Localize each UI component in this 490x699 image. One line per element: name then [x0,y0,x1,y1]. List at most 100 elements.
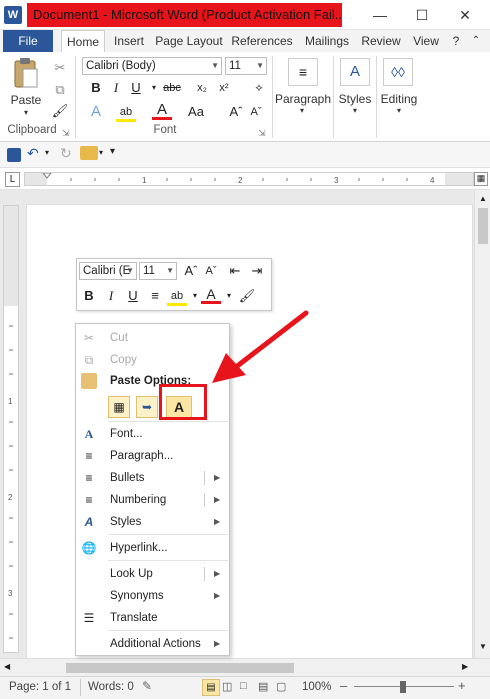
underline-icon[interactable]: U [126,78,146,98]
horizontal-ruler[interactable]: 1 2 3 4 [24,172,474,186]
tab-references[interactable]: References [230,30,294,52]
vertical-ruler[interactable]: 1 2 3 [3,205,19,653]
zoom-slider-thumb[interactable] [400,681,406,693]
chevron-down-icon[interactable]: ▾ [350,106,360,115]
grow-font-icon[interactable]: Aˆ [181,261,201,281]
tab-review[interactable]: Review [358,30,404,52]
menu-item-look-up[interactable]: Look Up ▶ [76,563,229,585]
draft-icon[interactable]: ▢ [276,680,286,693]
menu-item-bullets[interactable]: ≡ Bullets ▶ [76,467,229,489]
print-layout-icon[interactable]: ▤ [202,679,220,696]
merge-formatting-icon[interactable]: ➥ [136,396,158,418]
bold-icon[interactable]: B [86,78,106,98]
chevron-down-icon[interactable]: ▾ [99,148,103,157]
view-ruler-icon[interactable]: ▦ [474,172,488,186]
vertical-scrollbar[interactable]: ▲ ▼ [474,190,490,658]
grow-font-icon[interactable]: Aˆ [226,102,246,122]
font-color-icon[interactable]: A [201,284,221,304]
tab-home[interactable]: Home [61,30,105,52]
mini-font-size-combo[interactable]: 11 ▼ [139,262,177,280]
chevron-down-icon[interactable]: ▾ [219,286,239,306]
font-name-combo[interactable]: Calibri (Body) ▼ [82,57,222,75]
menu-item-hyperlink[interactable]: 🌐 Hyperlink... [76,537,229,559]
shrink-font-icon[interactable]: Aˇ [201,261,221,281]
highlight-icon[interactable]: ab [116,102,136,122]
proofing-icon[interactable]: ✎ [142,679,152,693]
paste-button[interactable]: Paste [8,93,44,107]
mini-font-name-combo[interactable]: Calibri (E ▼ [79,262,137,280]
redo-icon[interactable]: ↻ [60,145,72,162]
scroll-down-icon[interactable]: ▼ [479,642,487,651]
increase-indent-icon[interactable]: ⇥ [247,261,267,281]
font-launcher-icon[interactable]: ⇲ [258,128,266,139]
minimize-icon[interactable]: — [358,3,402,27]
editing-button[interactable]: Editing [378,92,420,106]
chevron-down-icon[interactable]: ▾ [45,148,49,157]
customize-qat-icon[interactable]: ▾ [110,146,115,157]
paste-icon[interactable] [10,57,40,91]
chevron-down-icon[interactable]: ▾ [144,78,164,98]
tab-insert[interactable]: Insert [109,30,149,52]
styles-button[interactable]: Styles [336,92,374,106]
maximize-icon[interactable]: ☐ [400,3,444,27]
menu-item-font[interactable]: A Font... [76,423,229,445]
underline-icon[interactable]: U [123,286,143,306]
italic-icon[interactable]: I [101,286,121,306]
tab-view[interactable]: View [408,30,444,52]
copy-icon[interactable]: ⧉ [50,80,70,100]
horizontal-scroll-thumb[interactable] [66,663,294,673]
scroll-up-icon[interactable]: ▲ [479,194,487,203]
strikethrough-icon[interactable]: abc [162,78,182,98]
ribbon-collapse-icon[interactable]: ⌃ [466,30,486,52]
subscript-icon[interactable]: x₂ [192,78,212,98]
change-case-icon[interactable]: Aa [186,102,206,122]
center-align-icon[interactable]: ≡ [145,286,165,306]
tab-page-layout[interactable]: Page Layout [153,30,225,52]
menu-item-styles[interactable]: A Styles ▶ [76,511,229,533]
outline-icon[interactable]: ▤ [258,680,268,693]
cut-icon[interactable]: ✂ [50,58,70,78]
font-size-combo[interactable]: 11 ▼ [225,57,267,75]
zoom-in-icon[interactable]: + [458,678,466,693]
paste-dropdown-icon[interactable]: ▾ [20,108,32,117]
keep-source-formatting-icon[interactable]: ▦ [108,396,130,418]
tab-mailings[interactable]: Mailings [300,30,354,52]
menu-item-synonyms[interactable]: Synonyms ▶ [76,585,229,607]
menu-item-numbering[interactable]: ≡ Numbering ▶ [76,489,229,511]
font-color-icon[interactable]: A [152,100,172,120]
clear-formatting-icon[interactable]: ⟡ [249,78,269,98]
italic-icon[interactable]: I [106,78,126,98]
text-effects-icon[interactable]: A [86,102,106,122]
word-app-icon[interactable]: W [4,6,22,24]
horizontal-scrollbar[interactable]: ◀ ▶ [0,658,490,676]
zoom-level[interactable]: 100% [302,681,331,693]
paragraph-button[interactable]: Paragraph [274,92,332,106]
format-painter-icon[interactable]: 🖌 [50,101,70,121]
zoom-out-icon[interactable]: – [340,678,347,693]
web-layout-icon[interactable]: □ [240,680,247,692]
word-count[interactable]: Words: 0 [88,681,134,693]
menu-item-additional-actions[interactable]: Additional Actions ▶ [76,633,229,655]
format-painter-icon[interactable]: 🖌 [237,286,257,306]
paragraph-icon[interactable]: ≡ [288,58,318,86]
close-icon[interactable]: ✕ [443,3,487,27]
bold-icon[interactable]: B [79,286,99,306]
highlight-icon[interactable]: ab [167,286,187,306]
undo-icon[interactable]: ↶ [27,145,39,162]
read-mode-icon[interactable]: ◫ [222,680,232,693]
superscript-icon[interactable]: x² [214,78,234,98]
help-icon[interactable]: ? [448,30,464,52]
scroll-right-icon[interactable]: ▶ [462,662,468,671]
page-count[interactable]: Page: 1 of 1 [9,681,71,693]
decrease-indent-icon[interactable]: ⇤ [225,261,245,281]
scroll-left-icon[interactable]: ◀ [4,662,10,671]
styles-icon[interactable]: A [340,58,370,86]
chevron-down-icon[interactable]: ▾ [394,106,404,115]
clipboard-launcher-icon[interactable]: ⇲ [62,128,70,139]
chevron-down-icon[interactable]: ▾ [297,106,307,115]
binoculars-icon[interactable]: ◊◊ [383,58,413,86]
save-icon[interactable] [7,148,21,162]
vertical-scroll-thumb[interactable] [478,208,488,244]
shrink-font-icon[interactable]: Aˇ [246,102,266,122]
menu-item-paragraph[interactable]: ≡ Paragraph... [76,445,229,467]
